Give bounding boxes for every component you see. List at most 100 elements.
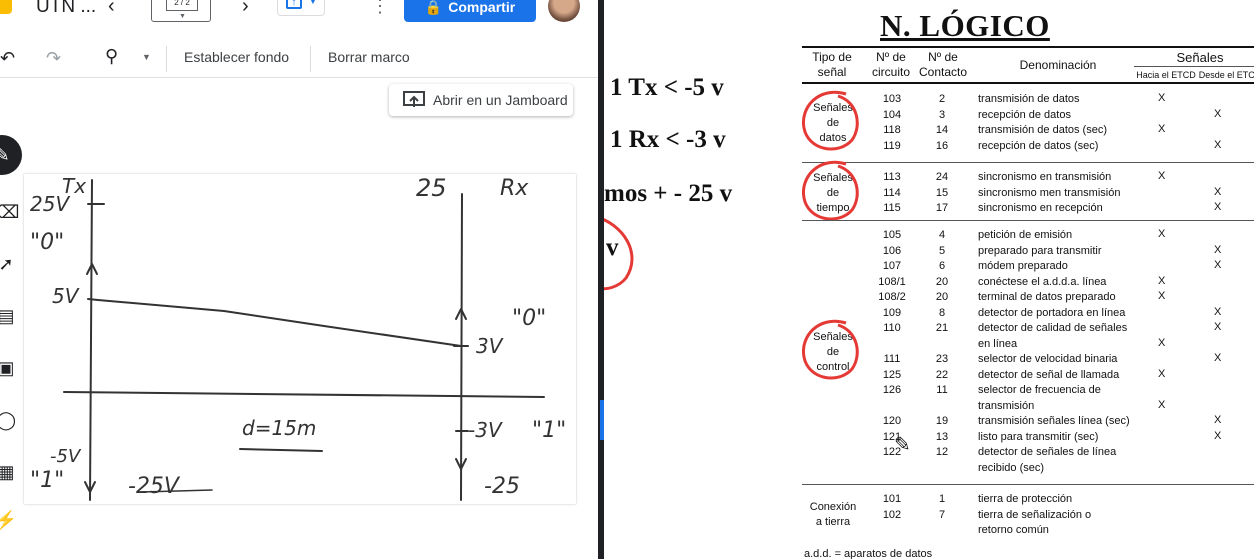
cell-contacto: 6 (938, 260, 946, 272)
presentation-slide: 1 Tx < -5 v 1 Rx < -3 v mos + - 25 v v N… (604, 0, 1254, 559)
whiteboard-canvas[interactable]: Tx Rx 25V 25 "0" 5V "0" 3V -3V "1" d=15m… (24, 174, 576, 504)
cell-desde: X (1214, 429, 1222, 442)
header-senales: Señales (1176, 50, 1224, 65)
header-contacto: Nº de Contacto (918, 50, 968, 79)
cell-denominacion: transmisión de datos (sec) (978, 124, 1107, 136)
label-minus5v: -5V (50, 446, 81, 467)
zoom-dropdown-icon[interactable]: ▼ (142, 52, 151, 62)
header-tipo: Tipo de señal (812, 50, 852, 79)
label-one-left: "1" (30, 468, 65, 493)
cell-desde: X (1214, 243, 1222, 256)
document-title[interactable]: UTN ... (36, 0, 96, 18)
cell-desde: X (1214, 138, 1222, 151)
cell-circuito: 118 (883, 124, 901, 136)
label-zero-left: "0" (30, 230, 65, 255)
group-divider (802, 220, 1254, 221)
label-minus25: -25 (484, 474, 520, 499)
cell-contacto: 8 (938, 306, 946, 319)
select-arrow-icon[interactable]: ➚ (0, 252, 18, 276)
label-one-right: "1" (532, 418, 567, 443)
cell-denominacion: transmisión de datos (978, 93, 1080, 105)
open-in-jamboard-label: Abrir en un Jamboard (433, 92, 568, 108)
cell-contacto: 7 (938, 508, 946, 521)
cell-denominacion: recibido (sec) (978, 461, 1045, 474)
slide-line-rx: 1 Rx < -3 v (610, 126, 726, 153)
cell-denominacion: detector de portadora en línea (978, 306, 1126, 319)
cell-circuito: 110 (883, 322, 901, 334)
share-button[interactable]: 🔒 Compartir (404, 0, 536, 22)
frame-selector[interactable]: 2 / 2 ▼ (151, 0, 211, 22)
next-frame-icon[interactable]: › (242, 0, 249, 18)
cell-denominacion: petición de emisión (978, 229, 1073, 241)
cell-circuito: 107 (882, 260, 902, 272)
zero-baseline (63, 391, 545, 398)
undo-icon[interactable]: ↶ (0, 48, 15, 69)
sticky-note-icon[interactable]: ▤ (0, 304, 18, 328)
label-rx: Rx (500, 176, 529, 201)
red-circle-annotation (801, 319, 859, 380)
cell-hacia: X (1158, 274, 1166, 287)
cell-denominacion: tierra de protección (978, 493, 1073, 505)
eraser-icon[interactable]: ⌫ (0, 200, 19, 224)
label-25v: 25V (30, 192, 70, 216)
jamboard-viewer: UTN ... ‹ 2 / 2 ▼ › ↑ ▼ ⋮ 🔒 Compartir ↶ … (0, 0, 600, 559)
label-25-right: 25 (416, 174, 447, 202)
pen-tool-icon[interactable]: ✎ (0, 135, 22, 175)
red-circle-annotation (801, 90, 859, 151)
cell-desde: X (1214, 201, 1222, 213)
cell-contacto: 19 (935, 415, 949, 427)
cell-hacia: X (1158, 398, 1166, 411)
toolbar: ↶ ↷ ⚲ ▼ Establecer fondo Borrar marco (0, 40, 600, 78)
image-icon[interactable]: ▣ (0, 356, 18, 380)
previous-frame-icon[interactable]: ‹ (108, 0, 115, 18)
jamboard-logo-icon (0, 0, 12, 14)
zoom-icon[interactable]: ⚲ (105, 46, 118, 67)
tx-axis-line (89, 179, 93, 501)
shape-circle-icon[interactable]: ◯ (0, 408, 18, 432)
cell-circuito: 101 (882, 493, 902, 505)
slide-title: N. LÓGICO (880, 8, 1050, 43)
cell-denominacion: transmisión (978, 399, 1035, 412)
header-desde: Desde el ETCD (1198, 70, 1254, 80)
more-options-icon[interactable]: ⋮ (371, 0, 389, 17)
cell-desde: X (1214, 414, 1222, 426)
cell-denominacion: listo para transmitir (sec) (978, 430, 1099, 443)
upload-menu-button[interactable]: ↑ ▼ (277, 0, 325, 16)
redo-icon[interactable]: ↷ (46, 48, 61, 69)
upload-icon: ↑ (286, 0, 302, 9)
cell-circuito: 109 (882, 306, 902, 319)
cell-contacto: 14 (935, 124, 949, 136)
set-background-button[interactable]: Establecer fondo (184, 49, 289, 65)
laser-icon[interactable]: ⚡ (0, 508, 18, 532)
toolbar-divider (166, 46, 167, 72)
cell-denominacion: detector de señal de llamada (978, 368, 1120, 381)
header-denominacion: Denominación (1019, 58, 1097, 72)
cell-contacto: 15 (935, 186, 949, 199)
open-in-jamboard-button[interactable]: Abrir en un Jamboard (389, 84, 573, 116)
cell-circuito: 111 (883, 353, 901, 365)
cell-denominacion: recepción de datos (978, 108, 1071, 121)
cell-circuito: 108/2 (878, 291, 906, 303)
cell-denominacion: módem preparado (978, 260, 1068, 272)
cell-denominacion: preparado para transmitir (978, 244, 1102, 257)
cell-circuito: 102 (882, 508, 902, 521)
text-box-icon[interactable]: ▦ (0, 460, 18, 484)
clear-frame-button[interactable]: Borrar marco (328, 49, 410, 65)
header-bottom-rule (802, 82, 1254, 84)
slide-line-range: mos + - 25 v (604, 180, 733, 207)
cell-circuito: 108/1 (878, 275, 906, 288)
cell-circuito: 104 (882, 108, 902, 121)
cell-contacto: 17 (935, 202, 949, 214)
cell-denominacion: conéctese el a.d.d.a. línea (978, 275, 1107, 288)
cell-denominacion: transmisión señales línea (sec) (978, 415, 1130, 427)
red-annotation-arc (604, 218, 634, 291)
frame-counter: 2 / 2 (166, 0, 198, 11)
avatar[interactable] (548, 0, 580, 22)
cell-denominacion: detector de calidad de señales (978, 322, 1128, 334)
cell-hacia: X (1158, 123, 1166, 135)
cell-contacto: 2 (938, 93, 946, 105)
chevron-down-icon: ▼ (308, 0, 318, 7)
cell-circuito: 113 (883, 171, 901, 183)
cell-desde: X (1214, 107, 1222, 120)
label-minus25v: -25V (128, 474, 179, 499)
